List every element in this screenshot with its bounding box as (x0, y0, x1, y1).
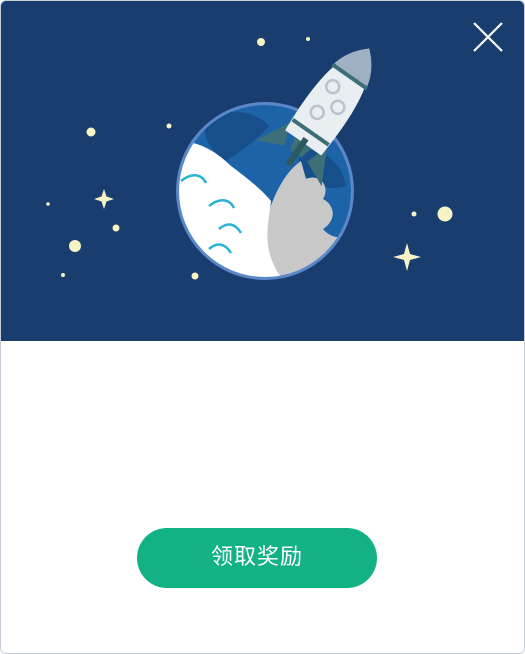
close-button[interactable] (468, 17, 508, 57)
reward-dialog: 领取奖励 (0, 0, 525, 654)
banner-illustration (1, 1, 524, 341)
rocket-illustration (46, 37, 453, 280)
sparkle-icon (393, 243, 421, 271)
claim-reward-button[interactable]: 领取奖励 (137, 528, 377, 588)
close-icon (473, 22, 503, 52)
sparkle-icon (94, 189, 114, 209)
dialog-body: 领取奖励 (1, 341, 524, 653)
